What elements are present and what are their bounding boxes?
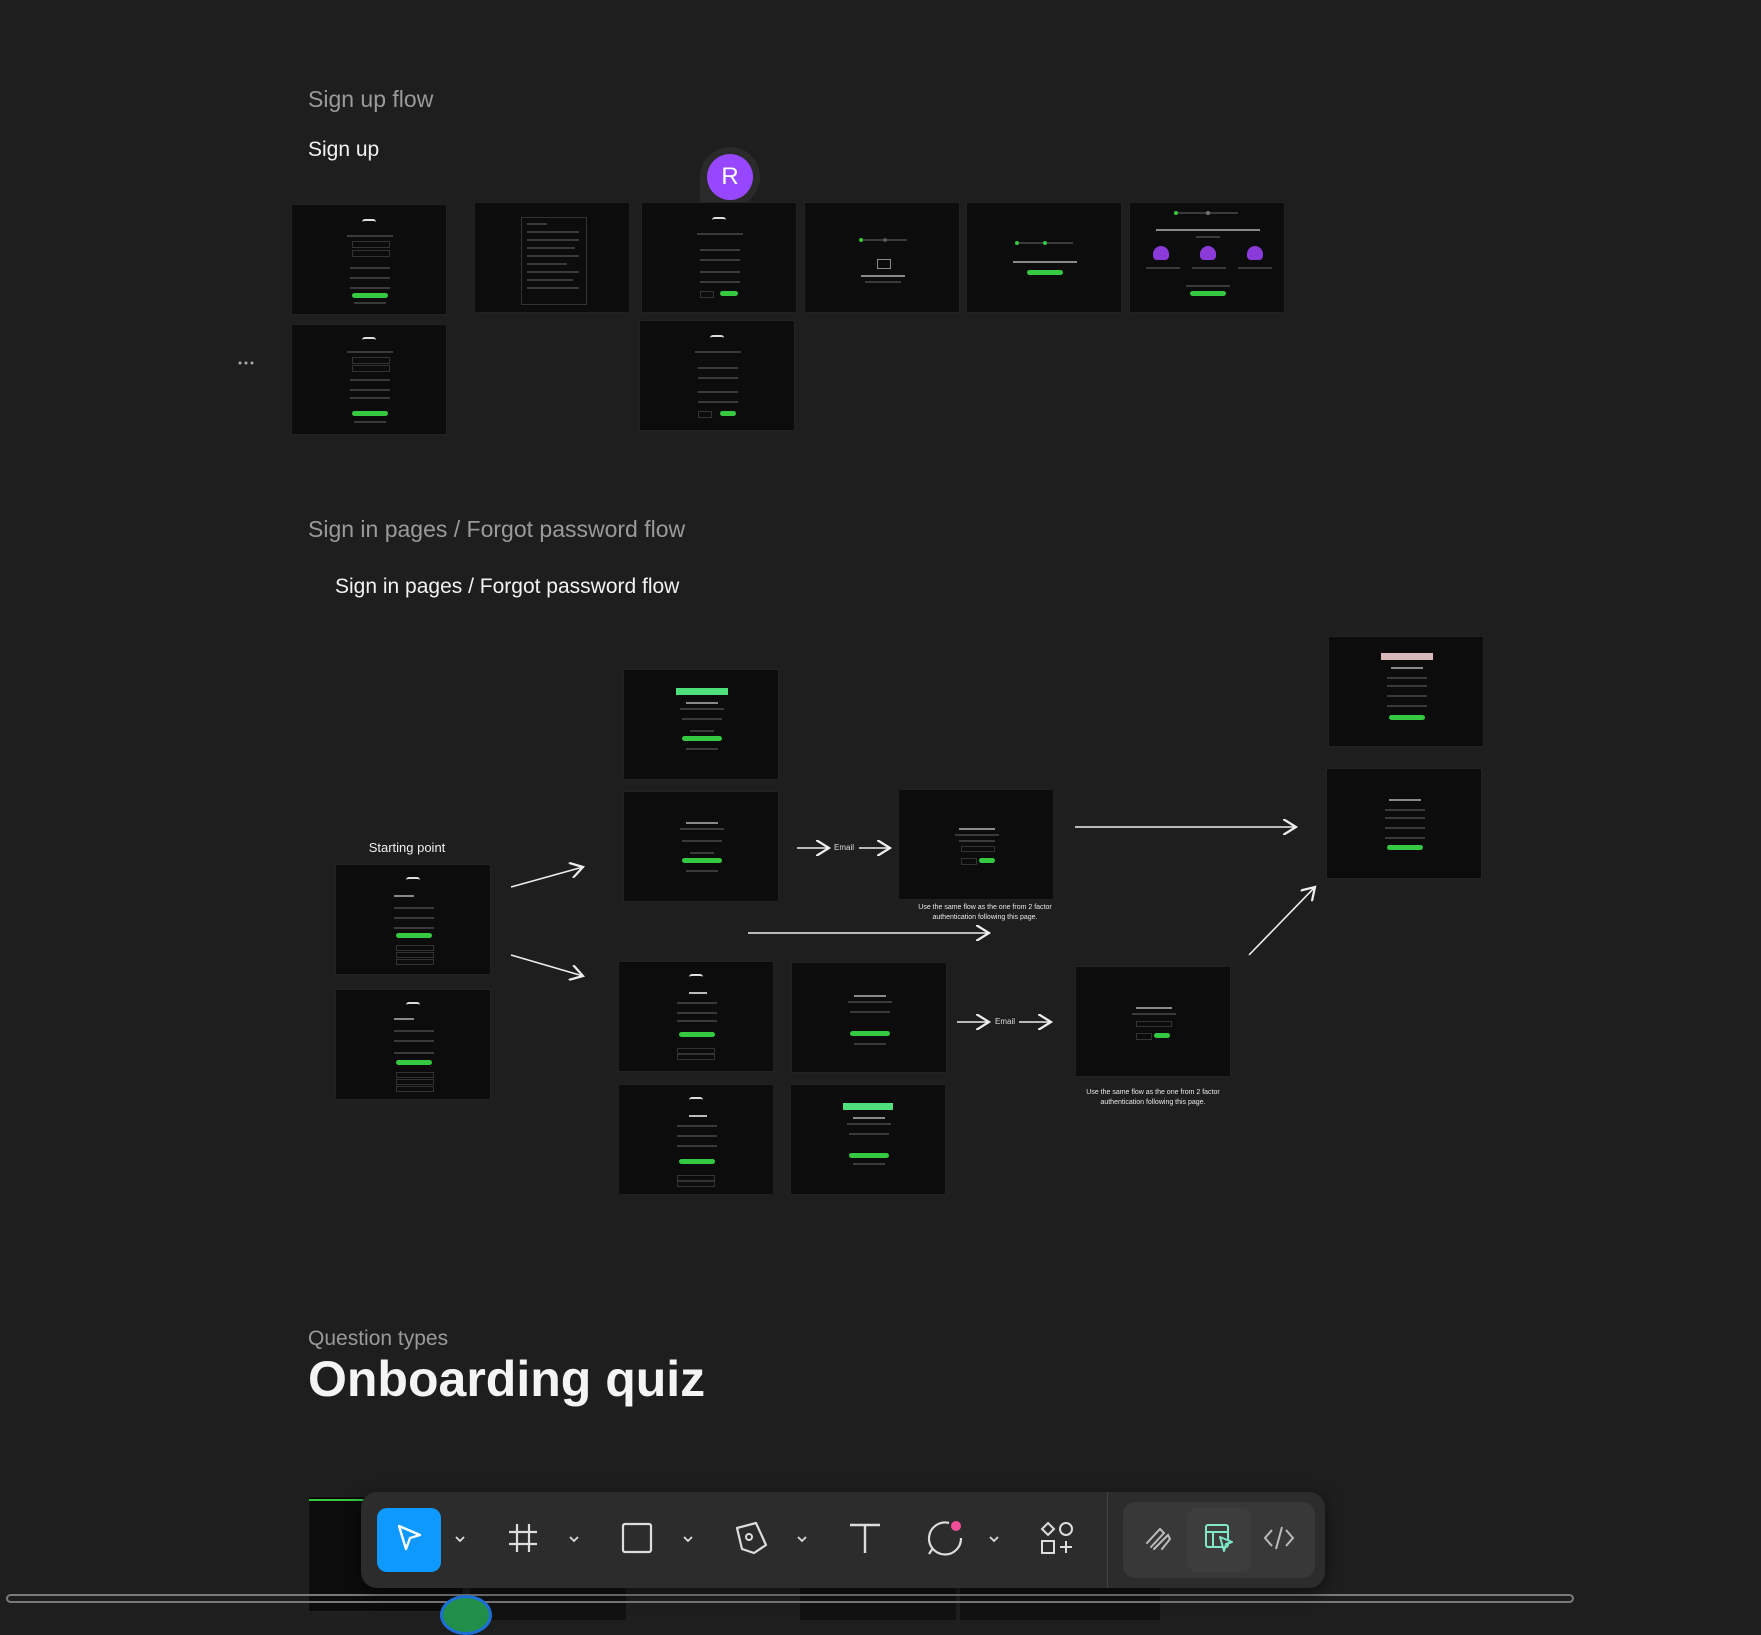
- code-icon: [1262, 1521, 1296, 1560]
- section-label-quiz[interactable]: Question types: [308, 1327, 448, 1351]
- chevron-down-icon[interactable]: [567, 1532, 581, 1546]
- flow-email-label-2: Email: [995, 1017, 1016, 1026]
- toolbar-divider: [1107, 1492, 1108, 1588]
- chevron-down-icon[interactable]: [987, 1532, 1001, 1546]
- design-mode-button[interactable]: [1187, 1508, 1251, 1572]
- page-title-quiz[interactable]: Onboarding quiz: [308, 1350, 705, 1408]
- flow-arrows: [510, 0, 1761, 1612]
- move-tool-button[interactable]: [377, 1508, 441, 1572]
- dev-mode-button[interactable]: [1247, 1508, 1311, 1572]
- comment-tool-button[interactable]: [913, 1508, 977, 1572]
- chevron-down-icon[interactable]: [681, 1532, 695, 1546]
- horizontal-scrollbar[interactable]: [6, 1594, 1574, 1603]
- rectangle-icon: [620, 1521, 654, 1560]
- text-icon: [847, 1520, 883, 1561]
- draw-mode-button[interactable]: [1127, 1508, 1191, 1572]
- actions-tool-button[interactable]: [1025, 1508, 1089, 1572]
- pen-tool-button[interactable]: [719, 1508, 783, 1572]
- flow-email-label-1: Email: [834, 843, 855, 852]
- bottom-toolbar: [361, 1492, 1325, 1588]
- comment-icon: [925, 1518, 965, 1563]
- components-icon: [1039, 1520, 1075, 1561]
- chevron-down-icon[interactable]: [795, 1532, 809, 1546]
- frame-tool-button[interactable]: [491, 1508, 555, 1572]
- design-icon: [1202, 1521, 1236, 1560]
- frame-icon: [506, 1521, 540, 1560]
- pen-icon: [732, 1519, 770, 1562]
- chevron-down-icon[interactable]: [453, 1532, 467, 1546]
- shape-tool-button[interactable]: [605, 1508, 669, 1572]
- mode-switcher: [1123, 1502, 1315, 1578]
- draw-icon: [1142, 1521, 1176, 1560]
- pointer-icon: [392, 1521, 426, 1560]
- text-tool-button[interactable]: [833, 1508, 897, 1572]
- user-avatar[interactable]: [440, 1595, 492, 1635]
